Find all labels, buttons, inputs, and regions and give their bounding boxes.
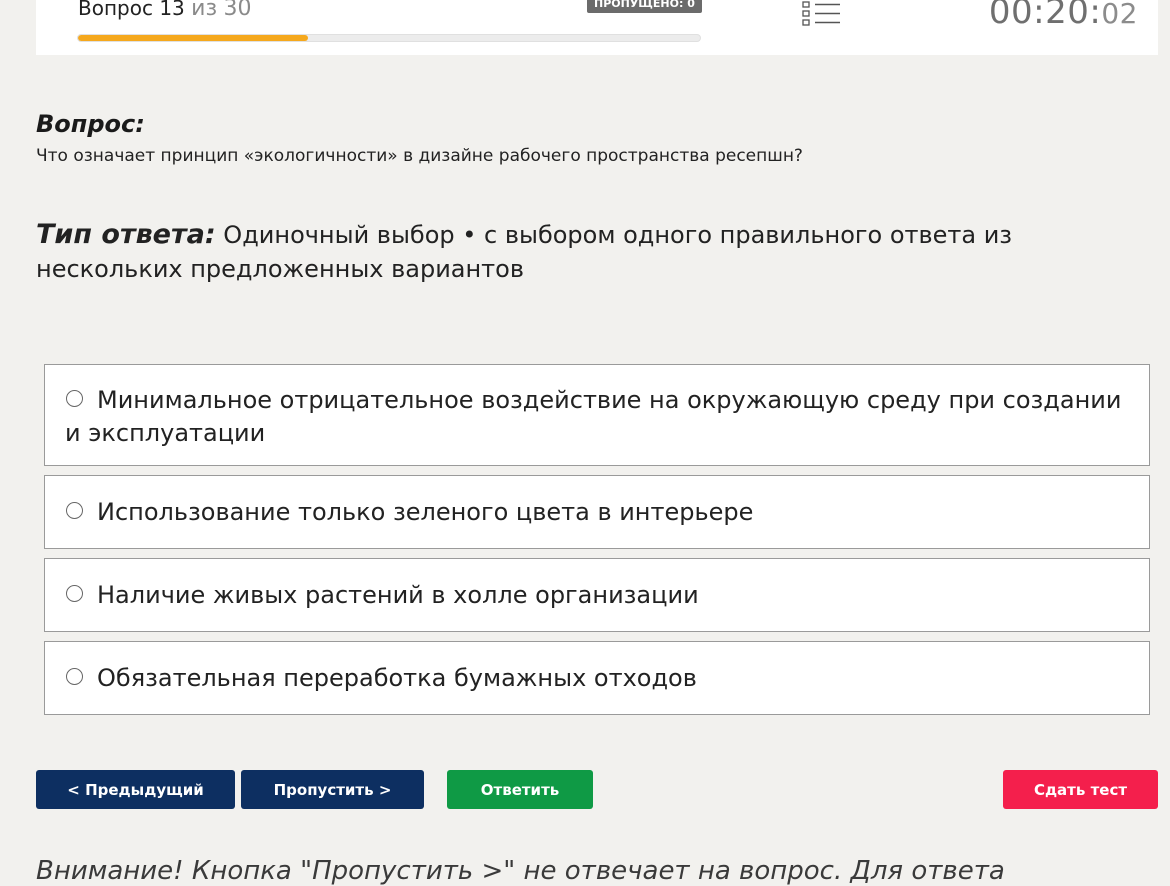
timer-main: 00:20: [988,0,1102,32]
progress-bar [77,34,701,42]
answer-option-label: Обязательная переработка бумажных отходо… [97,664,697,692]
question-counter-current: 13 [159,0,185,20]
question-heading: Вопрос: [36,110,145,138]
radio-button-icon[interactable] [66,585,83,602]
answer-option[interactable]: Минимальное отрицательное воздействие на… [44,364,1150,466]
answer-option-label: Наличие живых растений в холле организац… [97,581,699,609]
radio-button-icon[interactable] [66,390,83,407]
answer-option[interactable]: Наличие живых растений в холле организац… [44,558,1150,632]
question-list-icon[interactable] [802,0,842,28]
answer-type-label: Тип ответа: [36,219,216,250]
question-counter-word: Вопрос [78,0,153,20]
skip-button[interactable]: Пропустить > [241,770,424,809]
question-counter-total: 30 [223,0,252,21]
answer-option-label: Минимальное отрицательное воздействие на… [65,386,1122,447]
timer-seconds: 02 [1101,0,1138,30]
countdown-timer: 00:20:02 [989,0,1138,32]
question-text: Что означает принцип «экологичности» в д… [36,146,803,166]
radio-button-icon[interactable] [66,502,83,519]
answer-option[interactable]: Использование только зеленого цвета в ин… [44,475,1150,549]
answer-options: Минимальное отрицательное воздействие на… [44,364,1150,715]
progress-bar-fill [78,35,309,41]
question-counter-of: из [191,0,218,21]
answer-option[interactable]: Обязательная переработка бумажных отходо… [44,641,1150,715]
submit-test-button[interactable]: Сдать тест [1003,770,1158,809]
answer-type: Тип ответа: Одиночный выбор • с выбором … [36,218,1146,286]
previous-button[interactable]: < Предыдущий [36,770,235,809]
radio-button-icon[interactable] [66,668,83,685]
answer-button[interactable]: Ответить [447,770,593,809]
question-counter: Вопрос 13 из 30 [78,0,252,21]
answer-option-label: Использование только зеленого цвета в ин… [97,498,754,526]
quiz-header: Вопрос 13 из 30 ПРОПУЩЕНО: 0 00:20:02 [36,0,1158,55]
skip-warning-text: Внимание! Кнопка "Пропустить >" не отвеч… [36,856,1005,886]
skipped-count-badge: ПРОПУЩЕНО: 0 [587,0,702,13]
